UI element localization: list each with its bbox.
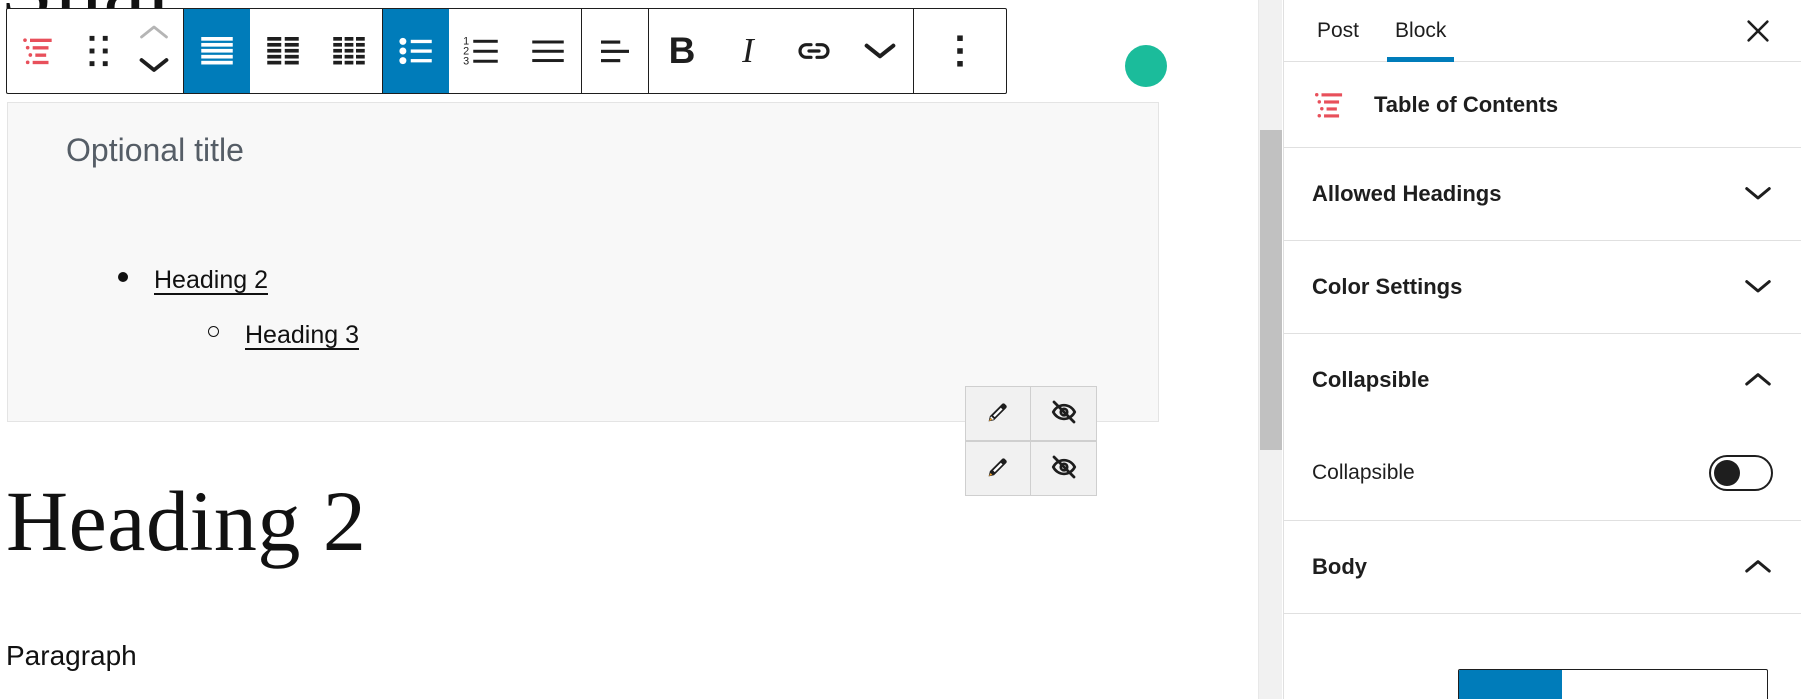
tab-block[interactable]: Block: [1377, 0, 1464, 62]
chevron-down-icon: [1743, 184, 1773, 205]
chevron-up-icon: [1743, 557, 1773, 578]
link-icon: [794, 31, 834, 71]
bulleted-list-icon: [395, 30, 437, 72]
toggle-knob: [1714, 460, 1740, 486]
vertical-dots-icon: [954, 32, 966, 70]
options-button[interactable]: [914, 9, 1006, 93]
selected-block-card: Table of Contents: [1284, 62, 1801, 148]
chevron-down-icon[interactable]: [139, 56, 169, 79]
green-avatar-dot: [1125, 45, 1167, 87]
settings-sidebar: Post Block Table of Contents Allowed Hea…: [1283, 0, 1801, 699]
bulleted-list-button[interactable]: [383, 9, 449, 93]
toc-title-input[interactable]: Optional title: [66, 132, 244, 169]
plain-list-icon: [527, 30, 569, 72]
toolbar-group-list-style: 1 2 3: [383, 9, 582, 93]
block-type-button[interactable]: [7, 9, 73, 93]
vertical-scrollbar-thumb[interactable]: [1260, 130, 1282, 450]
panel-body-header[interactable]: Body: [1284, 521, 1801, 613]
italic-button[interactable]: I: [715, 9, 781, 93]
panel-collapsible-body: Collapsible: [1284, 426, 1801, 520]
italic-icon: I: [742, 31, 754, 70]
panel-allowed-headings-header[interactable]: Allowed Headings: [1284, 148, 1801, 240]
bullet-hollow-icon: [208, 326, 219, 337]
two-columns-button[interactable]: [250, 9, 316, 93]
numbered-list-button[interactable]: 1 2 3: [449, 9, 515, 93]
toolbar-group-columns: [184, 9, 383, 93]
body-segment-option-1[interactable]: [1459, 670, 1562, 699]
vertical-scrollbar-track[interactable]: [1258, 0, 1282, 699]
svg-text:3: 3: [463, 56, 469, 68]
toc-link[interactable]: Heading 3: [245, 323, 359, 348]
collapsible-toggle-label: Collapsible: [1312, 461, 1415, 484]
toc-block-icon: [20, 31, 60, 71]
panel-color-settings-header[interactable]: Color Settings: [1284, 241, 1801, 333]
toolbar-group-options: [914, 9, 1006, 93]
chevron-up-icon[interactable]: [139, 23, 169, 46]
table-of-contents-block[interactable]: Optional title Heading 2 Heading 3: [7, 102, 1159, 496]
chevron-down-icon: [1743, 277, 1773, 298]
panel-title: Collapsible: [1312, 367, 1430, 392]
toc-edit-button[interactable]: [965, 386, 1031, 441]
panel-allowed-headings: Allowed Headings: [1284, 148, 1801, 241]
body-segment-option-3[interactable]: [1664, 670, 1767, 699]
toc-block-icon: [1312, 86, 1358, 124]
toc-edit-button[interactable]: [965, 441, 1031, 496]
one-column-button[interactable]: [184, 9, 250, 93]
body-segmented-control[interactable]: [1458, 669, 1768, 699]
collapsible-toggle-row: Collapsible: [1312, 426, 1773, 520]
close-icon: [1743, 16, 1773, 49]
body-segment-option-2[interactable]: [1562, 670, 1665, 699]
pencil-icon: [983, 397, 1013, 430]
eye-off-icon: [1049, 397, 1079, 430]
panel-color-settings: Color Settings: [1284, 241, 1801, 334]
three-columns-icon: [328, 30, 370, 72]
panel-collapsible-header[interactable]: Collapsible: [1284, 334, 1801, 426]
tab-post[interactable]: Post: [1299, 0, 1377, 62]
block-toolbar: 1 2 3 B I: [6, 8, 1007, 94]
panel-body: Body: [1284, 521, 1801, 614]
three-columns-button[interactable]: [316, 9, 382, 93]
align-left-icon: [594, 30, 636, 72]
chevron-up-icon: [1743, 370, 1773, 391]
drag-dots-icon: [85, 34, 113, 68]
bold-button[interactable]: B: [649, 9, 715, 93]
panel-title: Allowed Headings: [1312, 181, 1502, 206]
toolbar-group-format: B I: [649, 9, 914, 93]
toc-list-item[interactable]: Heading 2: [118, 268, 359, 293]
editor-window: Shar: [0, 0, 1801, 699]
bold-icon: B: [668, 30, 696, 71]
toc-hide-button[interactable]: [1031, 441, 1097, 496]
content-heading-2[interactable]: Heading 2: [6, 478, 366, 564]
toc-list-item[interactable]: Heading 3: [208, 323, 359, 348]
pencil-icon: [983, 452, 1013, 485]
toc-link[interactable]: Heading 2: [154, 268, 268, 293]
toc-hide-button[interactable]: [1031, 386, 1097, 441]
panel-title: Body: [1312, 554, 1367, 579]
toolbar-group-block: [7, 9, 184, 93]
panel-collapsible: Collapsible Collapsible: [1284, 334, 1801, 521]
bullet-filled-icon: [118, 272, 128, 282]
align-button[interactable]: [582, 9, 648, 93]
two-columns-icon: [262, 30, 304, 72]
close-sidebar-button[interactable]: [1737, 11, 1779, 53]
sidebar-tablist: Post Block: [1284, 0, 1801, 62]
selected-block-title: Table of Contents: [1374, 91, 1559, 117]
toolbar-group-align: [582, 9, 649, 93]
toc-row-actions: [965, 441, 1097, 496]
drag-handle-button[interactable]: [73, 9, 125, 93]
more-rich-text-button[interactable]: [847, 9, 913, 93]
toc-list: Heading 2 Heading 3: [108, 268, 359, 348]
content-paragraph[interactable]: Paragraph: [6, 640, 137, 672]
numbered-list-icon: 1 2 3: [461, 30, 503, 72]
one-column-icon: [196, 30, 238, 72]
eye-off-icon: [1049, 452, 1079, 485]
plain-list-button[interactable]: [515, 9, 581, 93]
editor-canvas: Shar: [0, 0, 1262, 699]
panel-title: Color Settings: [1312, 274, 1463, 299]
block-movers[interactable]: [125, 9, 183, 93]
toc-row-actions: [965, 386, 1097, 441]
collapsible-toggle[interactable]: [1709, 455, 1773, 491]
link-button[interactable]: [781, 9, 847, 93]
chevron-down-icon: [864, 41, 896, 61]
